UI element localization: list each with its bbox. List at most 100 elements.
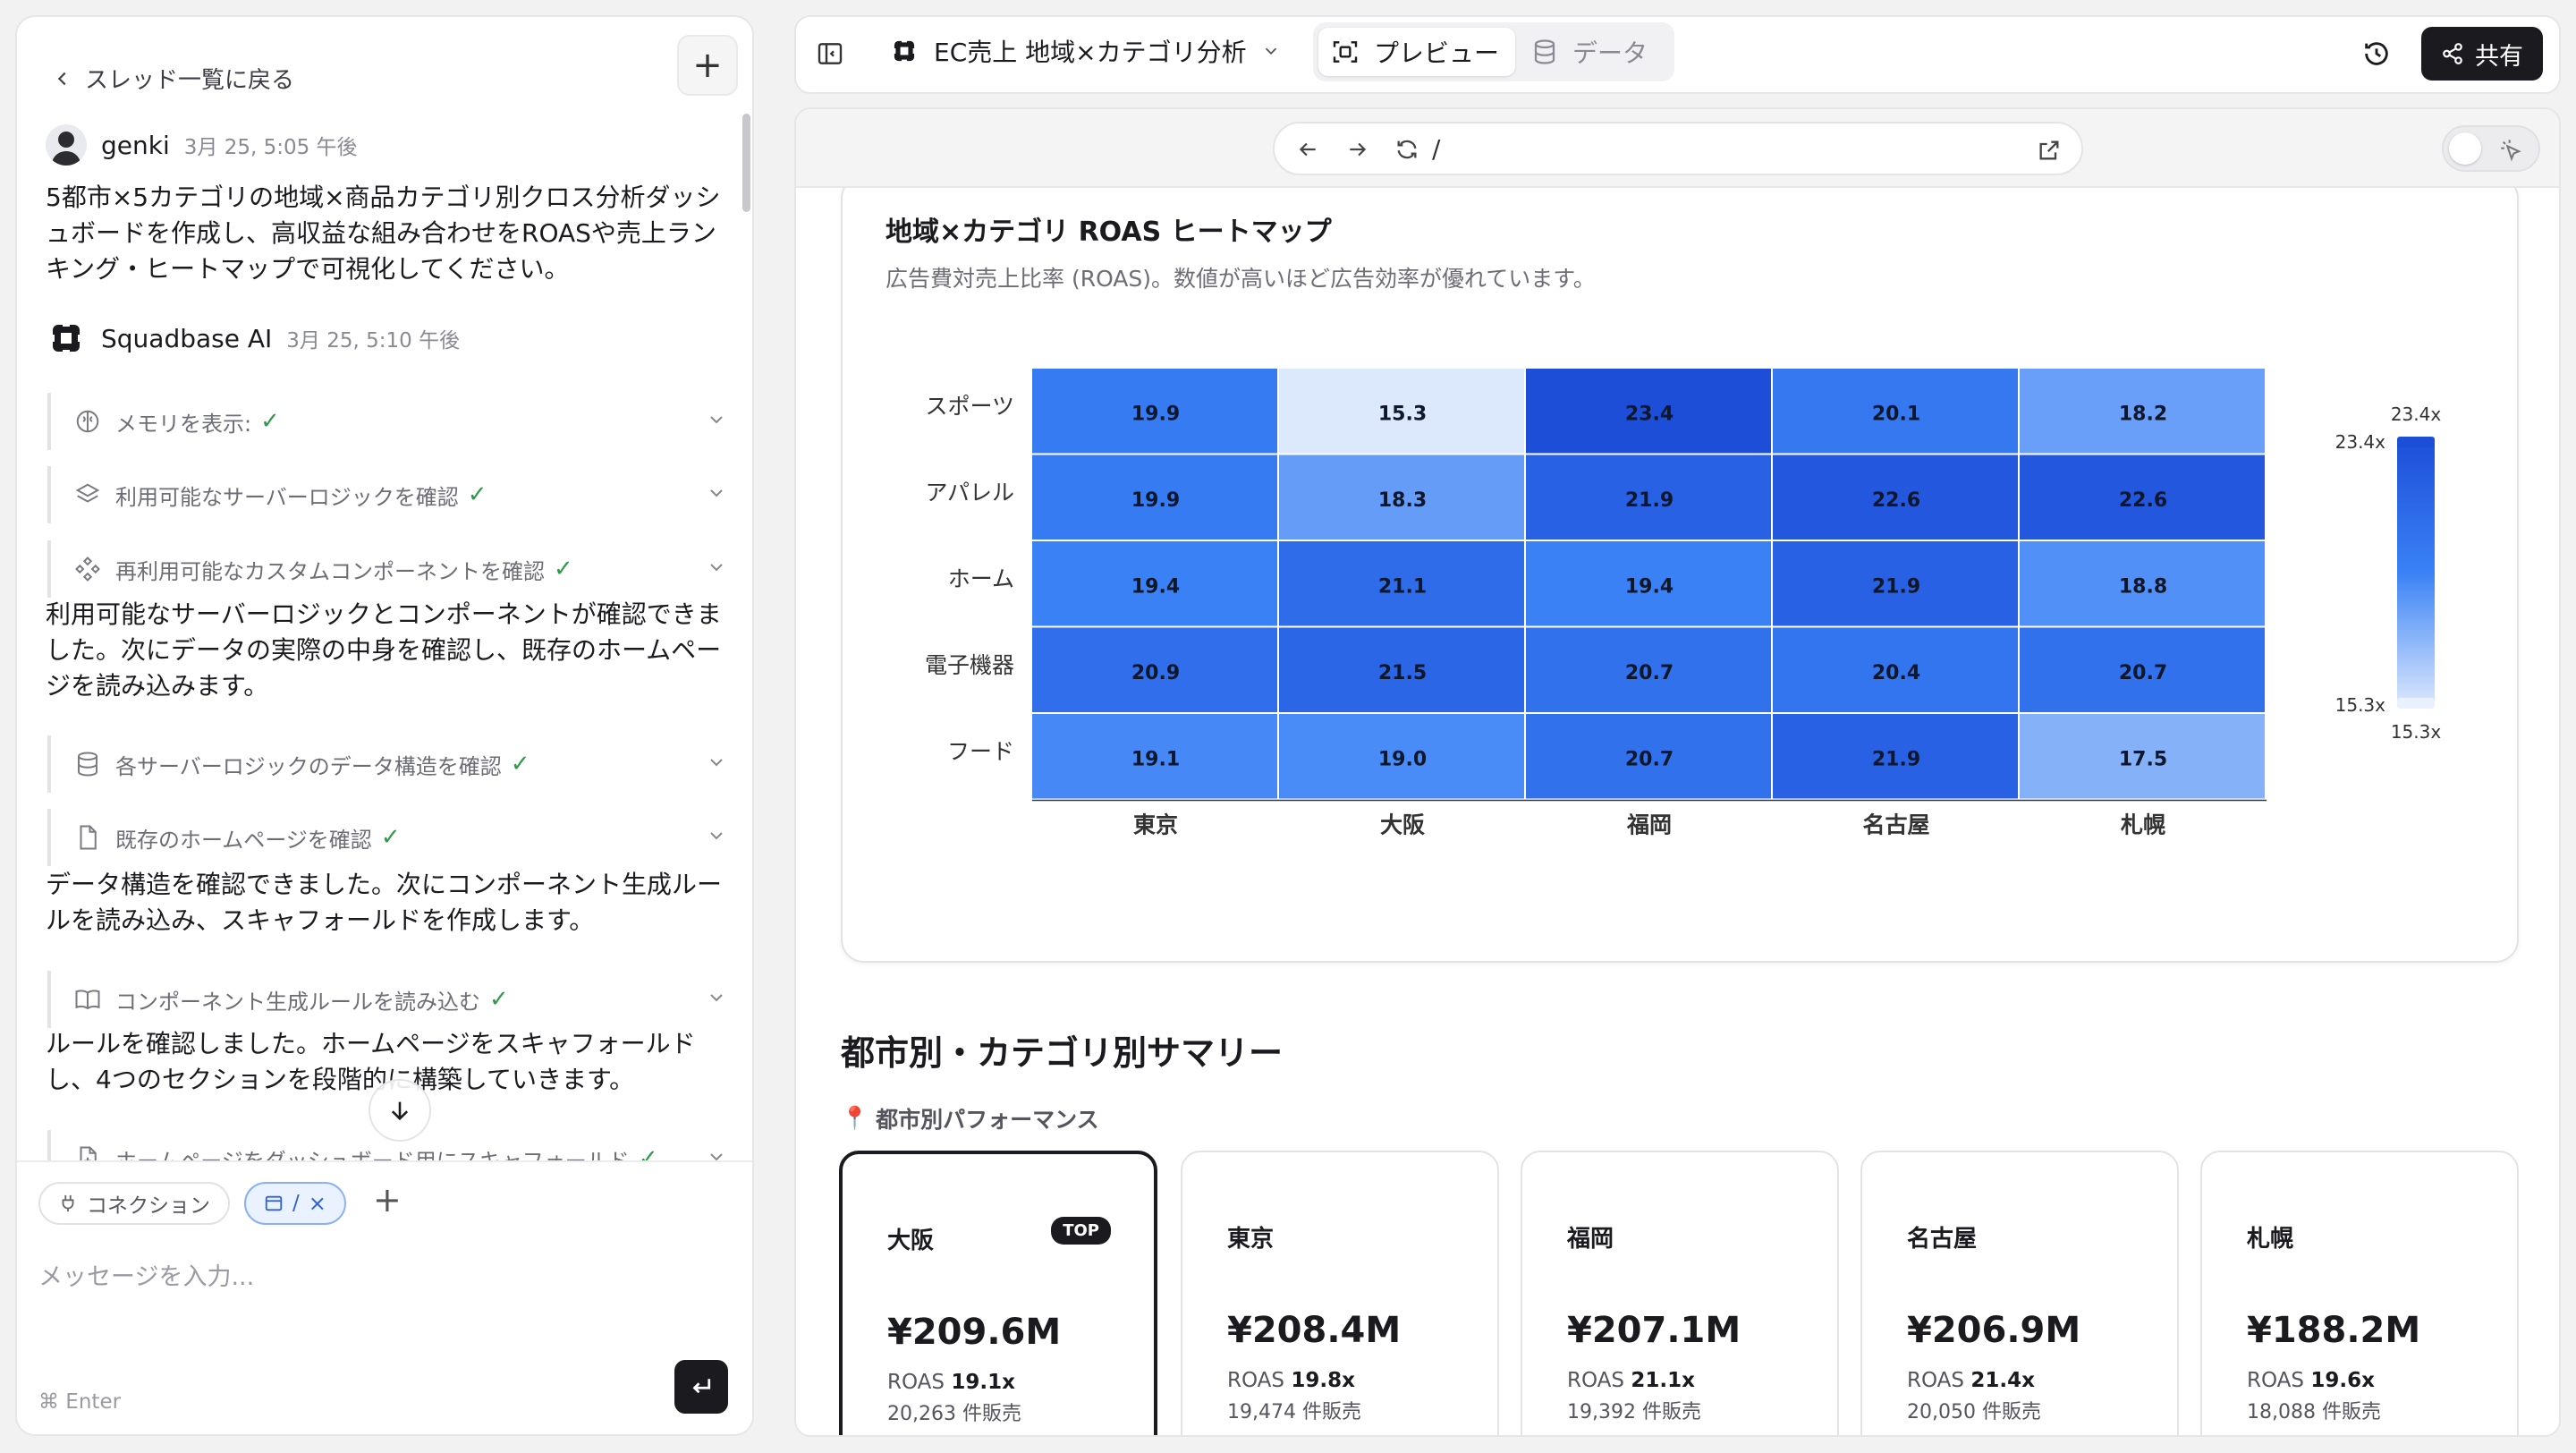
x-tick-label: 東京 [1133, 812, 1178, 838]
y-tick-label: スポーツ [925, 393, 1014, 419]
x-tick-label: 大阪 [1380, 812, 1425, 838]
tool-step[interactable]: 各サーバーロジックのデータ構造を確認 ✓ [47, 735, 736, 793]
legend-max-label: 23.4x [2391, 404, 2442, 425]
database-icon [78, 752, 97, 777]
brain-icon [76, 410, 99, 433]
chevron-down-icon [710, 759, 723, 767]
city-card[interactable]: 札幌 ¥188.2M ROAS 19.6x 18,088 件販売 [2200, 1151, 2519, 1435]
remove-chip-icon[interactable]: × [309, 1191, 326, 1216]
share-icon [2443, 43, 2462, 64]
layers-icon [75, 483, 100, 503]
tab-label: データ [1572, 38, 1648, 68]
plus-icon: + [692, 45, 723, 86]
cell-value-label: 20.7 [2119, 662, 2167, 684]
message-header: genki 3月 25, 5:05 午後 [46, 124, 358, 166]
user-avatar-icon [51, 132, 81, 166]
cell-value-label: 20.4 [1872, 662, 1920, 684]
cell-value-label: 21.9 [1872, 748, 1920, 770]
chevron-down-icon [710, 994, 723, 1002]
check-icon: ✓ [510, 751, 530, 777]
pin-icon: 📍 [841, 1105, 869, 1131]
message-line: ジを読み込みます。 [46, 671, 269, 701]
tab-preview[interactable]: プレビュー [1318, 28, 1515, 76]
url-bar: / [1273, 122, 2083, 175]
city-roas: ROAS 21.1x [1567, 1369, 1695, 1392]
message-line: ルールを確認しました。ホームページをスキャフォールド [46, 1029, 696, 1058]
toggle-knob [2449, 132, 2481, 165]
y-tick-label: フード [947, 738, 1014, 764]
city-roas: ROAS 21.4x [1907, 1369, 2035, 1392]
arrow-left-icon[interactable] [1296, 138, 1319, 161]
page-icon [265, 1195, 283, 1211]
refresh-icon[interactable] [1394, 137, 1419, 162]
tool-step[interactable]: メモリを表示: ✓ [47, 393, 736, 450]
roas-value: 19.1x [951, 1371, 1015, 1394]
connection-chip[interactable]: コネクション [38, 1182, 230, 1225]
city-card[interactable]: 大阪 TOP ¥209.6M ROAS 19.1x 20,263 件販売 [839, 1151, 1157, 1435]
city-card[interactable]: 東京 ¥208.4M ROAS 19.8x 19,474 件販売 [1181, 1151, 1499, 1435]
check-icon: ✓ [489, 986, 509, 1013]
new-thread-button[interactable]: + [677, 35, 738, 96]
back-to-threads-link[interactable]: スレッド一覧に戻る [53, 62, 294, 95]
roas-label: ROAS [1227, 1369, 1285, 1392]
check-icon: ✓ [260, 408, 280, 435]
city-revenue: ¥209.6M [887, 1312, 1062, 1353]
step-label: コンポーネント生成ルールを読み込む [115, 989, 480, 1015]
scroll-to-bottom-button[interactable] [369, 1079, 431, 1142]
message-line: データ構造を確認できました。次にコンポーネント生成ルー [46, 870, 723, 899]
external-link-icon[interactable] [2037, 138, 2062, 163]
city-name: 福岡 [1567, 1226, 1614, 1253]
city-card[interactable]: 名古屋 ¥206.9M ROAS 21.4x 20,050 件販売 [1860, 1151, 2179, 1435]
cell-value-label: 23.4 [1625, 403, 1674, 425]
add-context-button[interactable]: + [373, 1180, 402, 1219]
toggle-sidebar-button[interactable] [816, 39, 844, 72]
inspect-toggle[interactable] [2442, 125, 2540, 172]
roas-value: 19.6x [2310, 1369, 2375, 1392]
message-line: 5都市×5カテゴリの地域×商品カテゴリ別クロス分析ダッシ [46, 183, 721, 212]
project-selector[interactable]: EC売上 地域×カテゴリ分析 [889, 33, 1281, 69]
message-line: ルを読み込み、スキャフォールドを作成します。 [46, 905, 595, 935]
legend-max-tick: 23.4x [2335, 431, 2386, 453]
tab-data[interactable]: データ [1531, 28, 1665, 76]
tool-step[interactable]: コンポーネント生成ルールを読み込む ✓ [47, 971, 736, 1028]
message-line: キング・ヒートマップで可視化してください。 [46, 254, 570, 284]
arrow-right-icon[interactable] [1346, 138, 1369, 161]
tool-step[interactable]: 再利用可能なカスタムコンポーネントを確認 ✓ [47, 540, 736, 598]
author-name: Squadbase AI [101, 323, 273, 353]
tool-step[interactable]: 既存のホームページを確認 ✓ [47, 809, 736, 866]
chevron-down-icon [710, 416, 723, 424]
project-title: EC売上 地域×カテゴリ分析 [934, 38, 1247, 67]
chevron-down-icon [710, 832, 723, 840]
city-card[interactable]: 福岡 ¥207.1M ROAS 21.1x 19,392 件販売 [1521, 1151, 1839, 1435]
share-button[interactable]: 共有 [2421, 27, 2543, 81]
arrow-down-icon [391, 1101, 409, 1121]
step-label: 既存のホームページを確認 [115, 827, 372, 853]
city-sold: 19,474 件販売 [1227, 1401, 1361, 1423]
sidebar-icon [818, 43, 843, 64]
preview-pane: 地域×カテゴリ ROAS ヒートマップ 広告費対売上比率 (ROAS)。数値が高… [794, 107, 2561, 1437]
y-tick-label: 電子機器 [925, 652, 1014, 678]
history-button[interactable] [2361, 38, 2392, 72]
pointer-sparkle-icon [2501, 140, 2521, 162]
tool-step[interactable]: 利用可能なサーバーロジックを確認 ✓ [47, 466, 736, 523]
plug-icon [62, 1194, 74, 1212]
cell-value-label: 22.6 [2119, 489, 2167, 512]
shortcut-hint: ⌘ Enter [38, 1390, 122, 1414]
legend-min-marker [2397, 698, 2435, 709]
chip-label: / [292, 1192, 300, 1215]
cell-value-label: 20.7 [1625, 662, 1674, 684]
cell-value-label: 22.6 [1872, 489, 1920, 512]
squadbase-logo-icon [49, 321, 83, 355]
message-line: ュボードを作成し、高収益な組み合わせをROASや売上ラン [46, 218, 716, 248]
url-text[interactable]: / [1432, 134, 1440, 164]
page-context-chip[interactable]: / × [244, 1182, 346, 1225]
cell-value-label: 20.7 [1625, 748, 1674, 770]
send-button[interactable] [674, 1360, 728, 1414]
history-icon [2365, 42, 2388, 65]
avatar [46, 124, 87, 166]
chat-scrollbar[interactable] [742, 114, 750, 212]
message-input[interactable]: メッセージを入力... [38, 1257, 254, 1292]
cell-value-label: 15.3 [1378, 403, 1427, 425]
timestamp: 3月 25, 5:10 午後 [286, 329, 461, 353]
top-badge: TOP [1051, 1217, 1111, 1245]
